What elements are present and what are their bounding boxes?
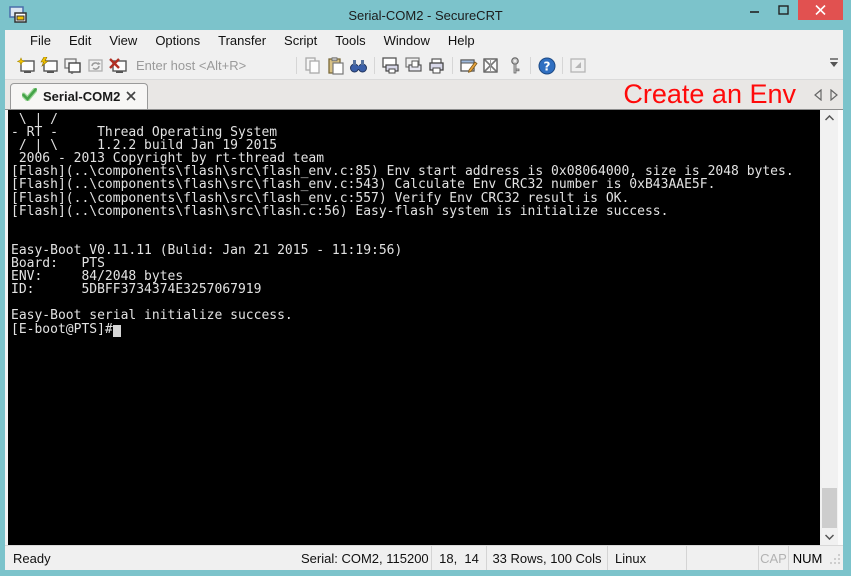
connect-icon[interactable]	[38, 55, 61, 76]
menu-view[interactable]: View	[100, 30, 146, 52]
status-caps-indicator: CAP	[758, 546, 788, 570]
status-ready: Ready	[5, 546, 293, 570]
status-cursor-position: 18, 14	[431, 546, 486, 570]
svg-text:?: ?	[543, 59, 550, 73]
scrollbar-thumb[interactable]	[822, 488, 837, 528]
menu-edit[interactable]: Edit	[60, 30, 100, 52]
status-emulation: Linux	[607, 546, 686, 570]
status-num-indicator: NUM	[788, 546, 826, 570]
keymap-editor-icon[interactable]	[480, 55, 503, 76]
tab-scroll-left-icon[interactable]	[814, 88, 822, 106]
toolbar-separator	[374, 57, 375, 74]
terminal-cursor	[113, 325, 121, 337]
host-input[interactable]	[134, 57, 288, 74]
clone-session-icon[interactable]	[61, 55, 84, 76]
copy-icon[interactable]	[301, 55, 324, 76]
print-screen-icon[interactable]	[379, 55, 402, 76]
tab-bar: Serial-COM2 Create an Env	[5, 80, 843, 110]
connected-check-icon	[22, 88, 37, 106]
print-eject-icon[interactable]	[402, 55, 425, 76]
status-bar: Ready Serial: COM2, 115200 18, 14 33 Row…	[5, 545, 843, 570]
scroll-down-icon[interactable]	[821, 529, 838, 545]
menu-file[interactable]: File	[21, 30, 60, 52]
toolbar-separator	[530, 57, 531, 74]
terminal-screen[interactable]: \ | / - RT - Thread Operating System / |…	[8, 110, 820, 545]
disconnect-icon[interactable]	[107, 55, 130, 76]
tab-label: Serial-COM2	[43, 89, 120, 104]
create-env-annotation: Create an Env	[623, 79, 796, 109]
toolbar-separator	[452, 57, 453, 74]
menu-bar: File Edit View Options Transfer Script T…	[5, 30, 843, 52]
window-title: Serial-COM2 - SecureCRT	[0, 8, 851, 23]
print-icon[interactable]	[425, 55, 448, 76]
quick-connect-icon[interactable]	[15, 55, 38, 76]
tab-serial-com2[interactable]: Serial-COM2	[10, 83, 148, 109]
tab-scroll-right-icon[interactable]	[830, 88, 838, 106]
toolbar-overflow-icon[interactable]	[828, 56, 840, 74]
minimize-button[interactable]	[740, 0, 769, 20]
status-blank-segment	[686, 546, 758, 570]
session-options-icon[interactable]	[457, 55, 480, 76]
expand-window-icon[interactable]	[567, 55, 590, 76]
toolbar-separator	[562, 57, 563, 74]
menu-help[interactable]: Help	[439, 30, 484, 52]
ssh-keys-icon[interactable]	[503, 55, 526, 76]
paste-icon[interactable]	[324, 55, 347, 76]
status-terminal-size: 33 Rows, 100 Cols	[486, 546, 607, 570]
resize-grip[interactable]	[826, 546, 843, 570]
vertical-scrollbar[interactable]	[821, 110, 838, 545]
menu-transfer[interactable]: Transfer	[209, 30, 275, 52]
title-bar[interactable]: Serial-COM2 - SecureCRT	[0, 0, 851, 30]
menu-window[interactable]: Window	[375, 30, 439, 52]
help-icon[interactable]: ?	[535, 55, 558, 76]
maximize-button[interactable]	[769, 0, 798, 20]
status-serial: Serial: COM2, 115200	[293, 546, 431, 570]
reconnect-icon[interactable]	[84, 55, 107, 76]
terminal-text: \ | / - RT - Thread Operating System / |…	[11, 112, 794, 337]
menu-tools[interactable]: Tools	[326, 30, 374, 52]
menu-options[interactable]: Options	[146, 30, 209, 52]
find-icon[interactable]	[347, 55, 370, 76]
toolbar-separator	[296, 57, 297, 74]
menu-script[interactable]: Script	[275, 30, 326, 52]
scroll-up-icon[interactable]	[821, 110, 838, 126]
tab-close-icon[interactable]	[126, 88, 136, 106]
toolbar: ?	[5, 52, 843, 80]
securecrt-window: Serial-COM2 - SecureCRT	[0, 0, 851, 576]
close-button[interactable]	[798, 0, 843, 20]
terminal-right-margin	[838, 110, 843, 545]
